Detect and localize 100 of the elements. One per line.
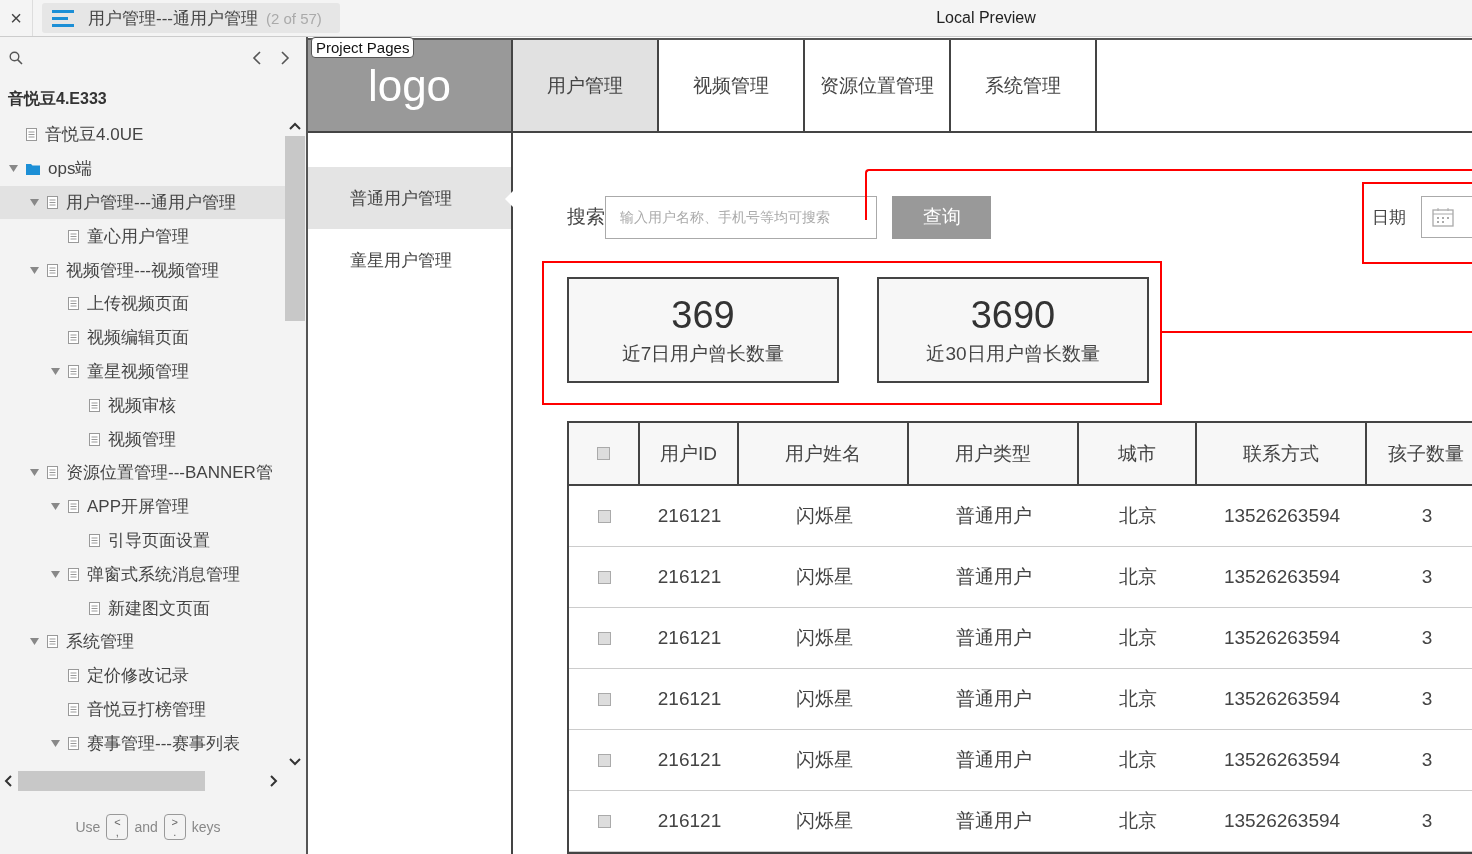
table-cell-text: 闪烁星 bbox=[794, 626, 854, 650]
stat-value: 3690 bbox=[970, 293, 1056, 337]
table-cell-text: 3 bbox=[1420, 504, 1434, 528]
table-cell-text: 北京 bbox=[1118, 809, 1158, 833]
table-cell-text: 13526263594 bbox=[1222, 626, 1342, 650]
stat-value: 369 bbox=[671, 293, 735, 337]
side-nav-item[interactable]: 普通用户管理 bbox=[308, 167, 511, 229]
page-icon bbox=[68, 229, 79, 243]
checkbox[interactable] bbox=[598, 692, 611, 706]
search-label: 搜索 bbox=[567, 205, 605, 229]
checkbox[interactable] bbox=[598, 753, 611, 767]
tree-item[interactable]: 资源位置管理---BANNER管 bbox=[0, 455, 285, 490]
page-icon bbox=[89, 533, 100, 547]
stat-label: 近30日用户曾长数量 bbox=[926, 341, 1100, 366]
tree-item[interactable]: 定价修改记录 bbox=[0, 658, 285, 693]
expand-arrow-icon[interactable] bbox=[8, 165, 18, 173]
tooltip: Project Pages bbox=[311, 37, 415, 58]
column-header: 用户姓名 bbox=[739, 423, 909, 484]
preview-title: Local Preview bbox=[935, 9, 1037, 27]
tree-item[interactable]: 赛事管理---赛事列表 bbox=[0, 726, 285, 761]
expand-arrow-icon[interactable] bbox=[50, 570, 60, 578]
help-text: and bbox=[134, 819, 158, 835]
table-cell-text: 北京 bbox=[1118, 565, 1158, 589]
expand-arrow-icon[interactable] bbox=[29, 469, 39, 477]
nav-tab[interactable]: 用户管理 bbox=[513, 40, 659, 131]
calendar-icon bbox=[1432, 207, 1454, 227]
tree-item[interactable]: 视频审核 bbox=[0, 388, 285, 423]
page-icon bbox=[47, 635, 58, 649]
page-icon bbox=[68, 297, 79, 311]
tree-item[interactable]: 童心用户管理 bbox=[0, 219, 285, 254]
table-cell-text: 13526263594 bbox=[1222, 504, 1342, 528]
key-cap: < , bbox=[106, 814, 129, 840]
chevron-left-icon[interactable] bbox=[252, 51, 262, 65]
page-icon bbox=[68, 567, 79, 581]
table-cell-text: 216121 bbox=[656, 565, 723, 589]
table-cell-text: 闪烁星 bbox=[794, 748, 854, 772]
expand-arrow-icon[interactable] bbox=[50, 739, 60, 747]
page-icon bbox=[26, 128, 37, 142]
expand-arrow-icon[interactable] bbox=[50, 367, 60, 375]
page-icon bbox=[68, 500, 79, 514]
tree-item[interactable]: 视频管理---视频管理 bbox=[0, 253, 285, 287]
table-cell-text: 216121 bbox=[656, 809, 723, 833]
page-title: 用户管理---通用户管理 bbox=[88, 7, 258, 30]
checkbox[interactable] bbox=[598, 631, 611, 645]
table-cell-text: 普通用户 bbox=[955, 626, 1033, 650]
tree-item[interactable]: 用户管理---通用户管理 bbox=[0, 185, 285, 220]
table-cell-text: 北京 bbox=[1118, 626, 1158, 650]
table-cell-text: 3 bbox=[1420, 687, 1434, 711]
table-cell-text: 13526263594 bbox=[1222, 687, 1342, 711]
table-cell-text: 闪烁星 bbox=[794, 687, 854, 711]
checkbox[interactable] bbox=[598, 814, 611, 828]
chevron-down-icon[interactable] bbox=[289, 758, 301, 766]
scroll-thumb[interactable] bbox=[18, 771, 205, 791]
table-cell-text: 普通用户 bbox=[955, 504, 1033, 528]
tree-item[interactable]: 音悦豆4.0UE bbox=[0, 118, 285, 152]
search-icon[interactable] bbox=[9, 51, 23, 65]
column-header: 用户ID bbox=[640, 423, 739, 484]
help-text: keys bbox=[191, 819, 221, 835]
tree-item[interactable]: 系统管理 bbox=[0, 624, 285, 659]
chevron-left-icon[interactable] bbox=[4, 775, 12, 787]
scroll-thumb[interactable] bbox=[285, 136, 305, 321]
expand-arrow-icon[interactable] bbox=[29, 266, 39, 274]
checkbox[interactable] bbox=[598, 570, 611, 584]
page-icon bbox=[47, 196, 58, 209]
tree-item[interactable]: 音悦豆打榜管理 bbox=[0, 692, 285, 727]
close-button[interactable]: × bbox=[0, 0, 33, 36]
tree-item[interactable]: 上传视频页面 bbox=[0, 287, 285, 321]
tree-item[interactable]: 引导页面设置 bbox=[0, 523, 285, 558]
tree-item[interactable]: 视频管理 bbox=[0, 422, 285, 456]
table-cell-text: 普通用户 bbox=[955, 687, 1033, 711]
page-icon bbox=[68, 669, 79, 683]
tree-item[interactable]: 视频编辑页面 bbox=[0, 320, 285, 355]
expand-arrow-icon[interactable] bbox=[29, 638, 39, 646]
checkbox[interactable] bbox=[597, 447, 610, 460]
page-icon bbox=[68, 331, 79, 345]
date-label: 日期 bbox=[1372, 206, 1406, 229]
project-title: 音悦豆4.E333 bbox=[7, 89, 108, 109]
table-cell-text: 北京 bbox=[1118, 748, 1158, 772]
tree-item[interactable]: 弹窗式系统消息管理 bbox=[0, 557, 285, 592]
tree-item[interactable]: ops端 bbox=[0, 151, 285, 186]
checkbox[interactable] bbox=[598, 509, 611, 523]
search-field[interactable]: 输入用户名称、手机号等均可搜索 bbox=[605, 195, 877, 239]
tree-item[interactable]: 新建图文页面 bbox=[0, 591, 285, 625]
column-header: 城市 bbox=[1079, 423, 1197, 484]
chevron-up-icon[interactable] bbox=[289, 122, 301, 130]
table-cell-text: 闪烁星 bbox=[794, 809, 854, 833]
page-icon bbox=[68, 736, 79, 750]
tree-item[interactable]: 童星视频管理 bbox=[0, 354, 285, 389]
column-header: 用户类型 bbox=[909, 423, 1079, 484]
column-header: 孩子数量 bbox=[1367, 423, 1472, 484]
tree-item[interactable]: APP开屏管理 bbox=[0, 489, 285, 524]
table-cell-text: 普通用户 bbox=[955, 809, 1033, 833]
chevron-right-icon[interactable] bbox=[270, 775, 278, 787]
side-nav-item[interactable]: 童星用户管理 bbox=[308, 229, 511, 291]
expand-arrow-icon[interactable] bbox=[50, 503, 60, 511]
page-selector[interactable]: 用户管理---通用户管理 (2 of 57) bbox=[42, 3, 340, 33]
expand-arrow-icon[interactable] bbox=[29, 199, 39, 206]
menu-icon bbox=[52, 9, 74, 27]
table-cell-text: 216121 bbox=[656, 748, 723, 772]
chevron-right-icon[interactable] bbox=[280, 51, 290, 65]
